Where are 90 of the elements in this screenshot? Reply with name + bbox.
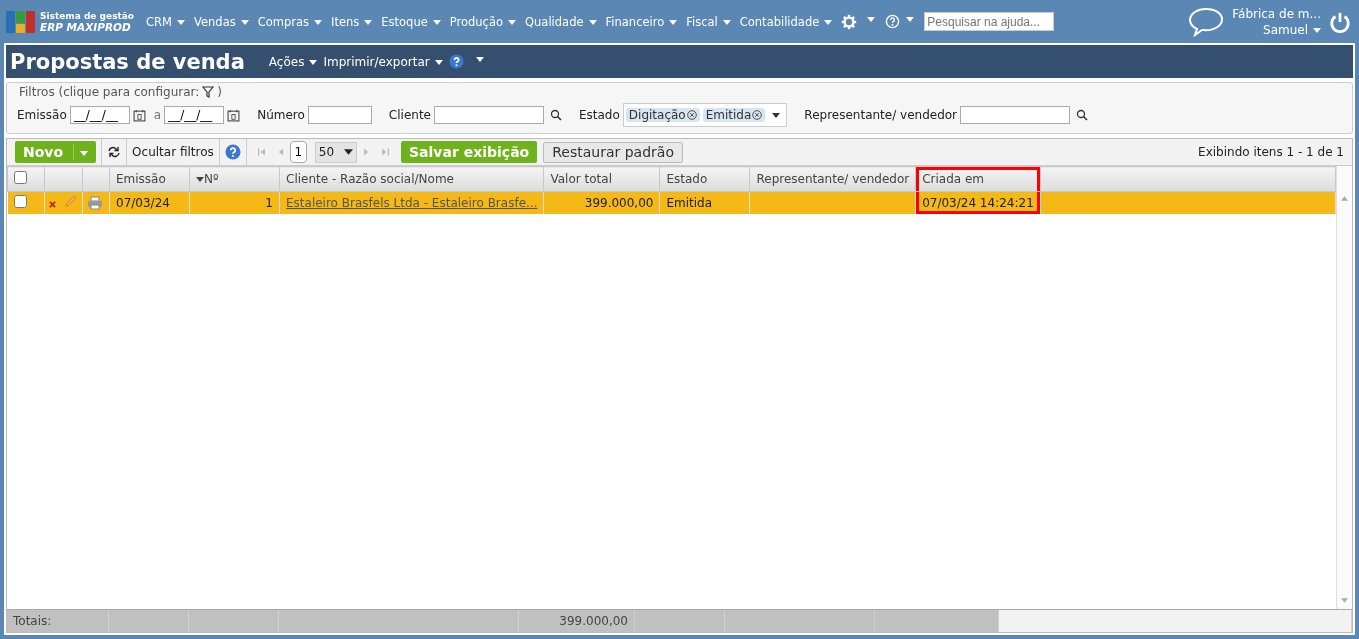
state-chip[interactable]: Digitação (625, 108, 700, 122)
page-menu[interactable]: Ações (268, 54, 318, 69)
brand-name: ERP MAXIPROD (40, 21, 131, 33)
caret-icon[interactable] (906, 17, 915, 22)
caret-icon[interactable] (722, 19, 731, 25)
number-field[interactable] (307, 106, 372, 124)
remove-icon[interactable] (686, 110, 697, 120)
restore-default-button[interactable]: Restaurar padrão (543, 141, 683, 163)
search-icon[interactable] (549, 109, 562, 121)
brand-subtitle: Sistema de gestão (40, 10, 135, 22)
filters-legend[interactable]: Filtros (clique para configurar: (19, 85, 200, 99)
column-header[interactable]: Valor total (543, 166, 660, 192)
help-icon[interactable] (448, 54, 464, 69)
nav-menu[interactable]: Financeiro (605, 14, 678, 29)
totals-value: 399.000,00 (519, 610, 635, 632)
caret-icon[interactable] (240, 19, 249, 25)
page-size-select[interactable]: 50 (314, 141, 358, 163)
column-header[interactable]: Representante/ vendedor (749, 166, 916, 192)
page-menu[interactable]: Imprimir/exportar (323, 54, 443, 69)
user-menu[interactable]: Samuel (1263, 23, 1321, 37)
power-icon[interactable] (1329, 10, 1351, 33)
state-chip[interactable]: Emitida (702, 108, 766, 122)
nav-menu[interactable]: CRM (146, 14, 185, 29)
settings-icon[interactable] (841, 13, 858, 30)
select-all-checkbox[interactable] (14, 171, 27, 184)
page-title: Propostas de venda (10, 49, 245, 74)
logo-icon (6, 9, 36, 34)
column-header[interactable]: Criada em (915, 166, 1041, 192)
caret-icon[interactable] (434, 59, 443, 65)
representative-field[interactable] (960, 106, 1071, 124)
remove-icon[interactable] (752, 110, 763, 120)
delete-icon[interactable] (49, 201, 56, 208)
date-field[interactable]: __/__/__ (69, 106, 130, 124)
caret-icon[interactable] (824, 19, 833, 25)
nav-menu[interactable]: Estoque (381, 14, 441, 29)
dropdown-icon[interactable] (344, 149, 354, 155)
nav-menu[interactable]: Itens (331, 14, 373, 29)
caret-icon[interactable] (867, 17, 876, 22)
caret-icon[interactable] (508, 19, 517, 25)
state-select[interactable]: Digitação Emitida (622, 103, 788, 127)
client-field[interactable] (433, 106, 544, 124)
nav-menu[interactable]: Produção (449, 14, 517, 29)
company-name: Fábrica de m... (1232, 6, 1321, 23)
column-header[interactable]: Nº (189, 166, 280, 192)
client-link[interactable]: Estaleiro Brasfels Ltda - Estaleiro Brasfe... (286, 196, 538, 210)
field-label: Número (257, 108, 305, 122)
help-search-field[interactable]: Pesquisar na ajuda... (924, 12, 1055, 31)
filters-legend: ) (217, 85, 222, 99)
caret-icon[interactable] (669, 19, 678, 25)
caret-icon[interactable] (432, 19, 441, 25)
column-header[interactable]: Cliente - Razão social/Nome (279, 166, 544, 192)
nav-menu[interactable]: Vendas (194, 14, 249, 29)
row-checkbox[interactable] (13, 195, 27, 208)
totals-label: Totais: (7, 610, 109, 632)
help-icon[interactable] (224, 144, 241, 160)
page-number-field[interactable]: 1 (289, 141, 307, 163)
scroll-up-icon[interactable] (1341, 196, 1348, 201)
printer-icon[interactable] (87, 196, 103, 211)
sort-descending-icon[interactable] (196, 177, 204, 182)
date-field[interactable]: __/__/__ (164, 106, 225, 124)
nav-menu[interactable]: Compras (257, 14, 323, 29)
column-header[interactable]: Estado (659, 166, 750, 192)
chat-bubble-icon[interactable] (1188, 6, 1225, 37)
nav-menu[interactable]: Fiscal (686, 14, 731, 29)
caret-icon[interactable] (314, 19, 323, 25)
hide-filters-button[interactable]: Ocultar filtros (132, 145, 214, 159)
help-icon[interactable] (885, 14, 901, 29)
item-count: Exibindo itens 1 - 1 de 1 (1198, 145, 1344, 159)
caret-icon[interactable] (177, 19, 185, 25)
field-label: Emissão (17, 108, 67, 122)
filter-icon[interactable] (202, 86, 215, 98)
field-label: Estado (578, 108, 620, 122)
caret-icon[interactable] (309, 59, 318, 65)
caret-icon[interactable] (475, 57, 484, 62)
field-label: Representante/ vendedor (804, 108, 958, 122)
caret-icon[interactable] (364, 19, 373, 25)
calendar-icon[interactable] (132, 108, 146, 122)
field-label: a (153, 108, 162, 122)
field-label: Cliente (388, 108, 431, 122)
scrollbar[interactable] (1336, 166, 1352, 609)
scroll-down-icon[interactable] (1341, 598, 1348, 603)
dropdown-icon[interactable] (772, 112, 781, 118)
calendar-icon[interactable] (227, 108, 241, 122)
search-icon[interactable] (1076, 109, 1089, 121)
caret-icon[interactable] (588, 19, 597, 25)
caret-icon[interactable] (1313, 28, 1321, 33)
column-header[interactable]: Emissão (109, 166, 190, 192)
nav-menu[interactable]: Contabilidade (739, 14, 833, 29)
nav-menu[interactable]: Qualidade (525, 14, 597, 29)
refresh-icon[interactable] (107, 146, 122, 158)
